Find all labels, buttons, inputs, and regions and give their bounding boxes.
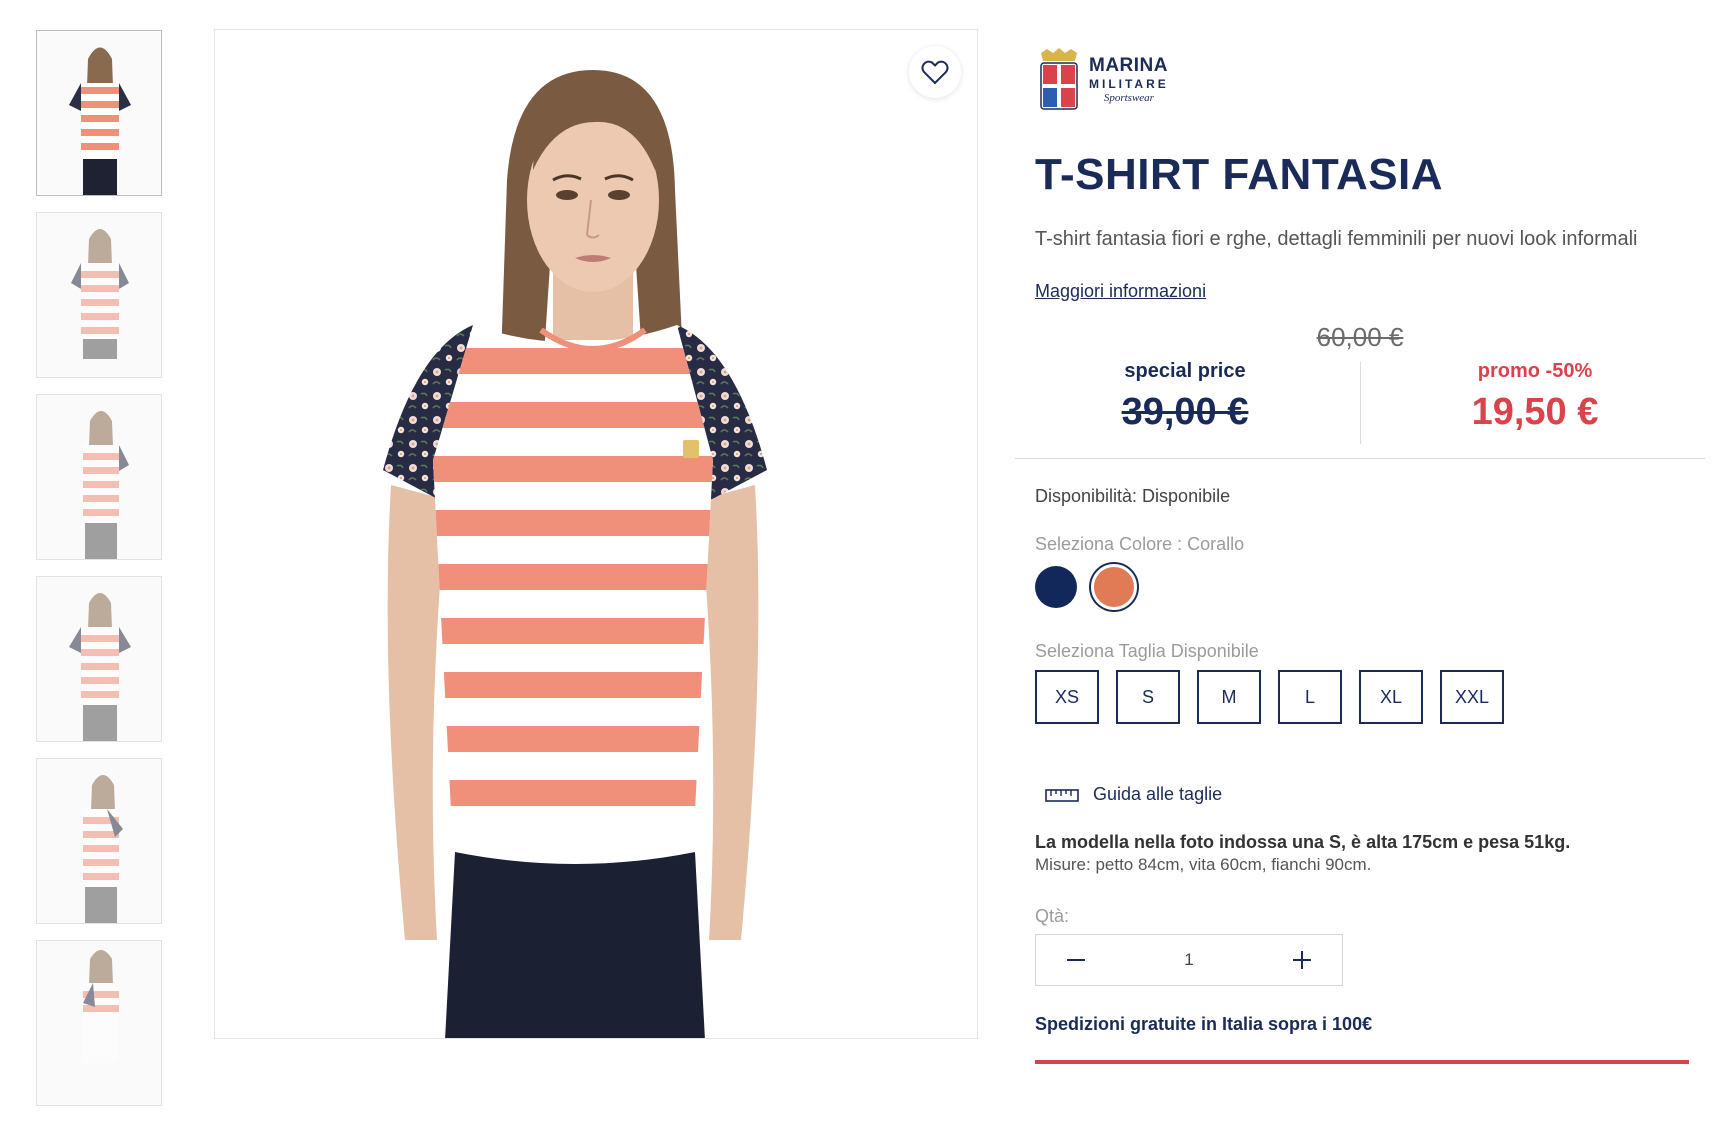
thumbnail-image [69,593,131,741]
plus-icon [1293,951,1311,969]
wishlist-button[interactable] [909,46,961,98]
special-price-label: special price [1124,360,1246,382]
heart-icon [921,60,949,85]
special-price-value: 39,00 € [1121,391,1249,433]
quantity-increase-button[interactable] [1290,948,1314,972]
thumbnail-list [36,30,164,1122]
availability-text: Disponibilità: Disponibile [1035,486,1231,506]
thumbnail-image [71,229,129,359]
color-swatch-navy[interactable] [1035,566,1077,608]
size-guide-label: Guida alle taglie [1093,784,1223,804]
thumbnail-6[interactable] [36,940,162,1106]
size-option-xl[interactable]: XL [1359,670,1423,724]
brand-crest-icon [1040,48,1078,110]
thumbnail-4[interactable] [36,576,162,742]
brand-tagline: Sportswear [1103,92,1154,104]
promo-label: promo -50% [1477,360,1593,382]
quantity-stepper: 1 [1035,934,1343,986]
size-option-xs[interactable]: XS [1035,670,1099,724]
brand-wordmark: MARINA MILITARE Sportswear [1089,56,1169,104]
thumbnail-2[interactable] [36,212,162,378]
color-options [1035,564,1137,610]
product-subtitle: T-shirt fantasia fiori e rghe, dettagli … [1035,228,1638,250]
price-box: 60,00 € special price 39,00 € promo -50%… [1015,322,1705,459]
size-select-label: Seleziona Taglia Disponibile [1035,641,1259,661]
product-info: MARINA MILITARE Sportswear T-SHIRT FANTA… [1015,40,1705,1064]
thumbnail-image [83,411,129,559]
thumbnail-3[interactable] [36,394,162,560]
ruler-icon [1045,788,1079,802]
more-info-link[interactable]: Maggiori informazioni [1035,281,1206,302]
color-select-label: Seleziona Colore : Corallo [1035,534,1245,554]
special-price-block: special price 39,00 € [1015,360,1355,434]
brand-name-2: MILITARE [1089,77,1169,91]
quantity-label: Qtà: [1035,906,1070,926]
size-option-xxl[interactable]: XXL [1440,670,1504,724]
promo-price-block: promo -50% 19,50 € [1365,360,1705,434]
size-option-l[interactable]: L [1278,670,1342,724]
model-info-main: La modella nella foto indossa una S, è a… [1035,832,1571,852]
minus-icon [1067,959,1085,961]
original-price: 60,00 € [1316,322,1404,352]
size-option-s[interactable]: S [1116,670,1180,724]
size-options: XS S M L XL XXL [1035,670,1504,724]
thumbnail-5[interactable] [36,758,162,924]
thumbnail-image [69,47,131,195]
shipping-notice: Spedizioni gratuite in Italia sopra i 10… [1035,1014,1373,1034]
size-option-m[interactable]: M [1197,670,1261,724]
add-to-cart-button[interactable] [1035,1060,1689,1064]
main-product-image[interactable] [214,29,978,1039]
thumbnail-image [83,775,123,923]
price-divider [1360,362,1361,444]
quantity-decrease-button[interactable] [1064,948,1088,972]
color-swatch-corallo[interactable] [1091,564,1137,610]
product-photo [383,70,767,1038]
model-info-measures: Misure: petto 84cm, vita 60cm, fianchi 9… [1035,855,1372,874]
brand-logo[interactable]: MARINA MILITARE Sportswear [1035,40,1695,120]
quantity-value[interactable]: 1 [1184,950,1193,970]
brand-name: MARINA [1089,55,1168,76]
product-title: T-SHIRT FANTASIA [1035,150,1444,199]
size-guide-link[interactable]: Guida alle taglie [1045,784,1222,805]
thumbnail-1[interactable] [36,30,162,196]
promo-price-value: 19,50 € [1471,391,1599,433]
